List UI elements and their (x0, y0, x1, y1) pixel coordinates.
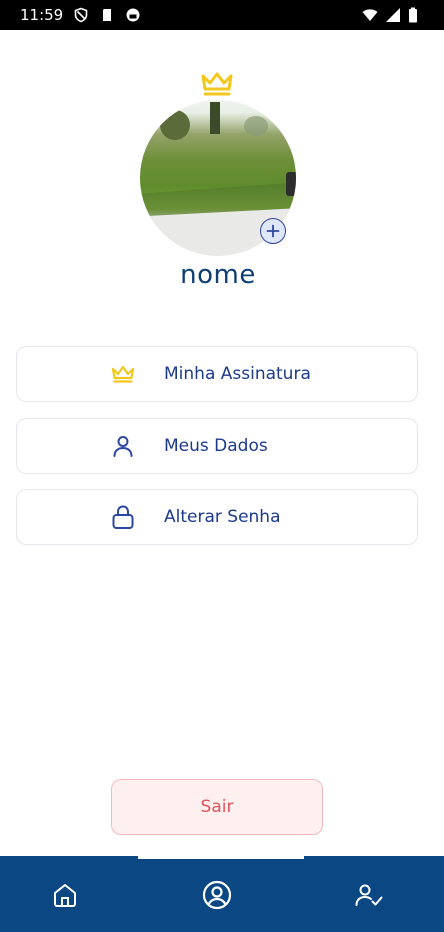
crown-icon (201, 72, 233, 96)
menu-item-subscription[interactable]: Minha Assinatura (16, 346, 418, 402)
status-bar-right (362, 7, 418, 23)
status-bar-left: 11:59 (20, 6, 141, 24)
profile-screen: nome Minha Assinatura Meus Dados Alterar (0, 30, 444, 856)
menu-item-change-password[interactable]: Alterar Senha (16, 489, 418, 545)
add-photo-button[interactable] (260, 218, 286, 244)
active-tab-indicator (138, 856, 304, 859)
battery-icon (409, 7, 417, 23)
menu-item-label: Meus Dados (164, 436, 268, 456)
plus-circle-icon (266, 224, 280, 238)
logout-label: Sair (200, 797, 234, 817)
logout-button[interactable]: Sair (111, 779, 323, 835)
menu-item-my-data[interactable]: Meus Dados (16, 418, 418, 474)
wifi-icon (362, 9, 378, 21)
user-icon (111, 434, 135, 458)
nav-profile-button[interactable] (202, 880, 232, 910)
menu-item-label: Minha Assinatura (164, 364, 311, 384)
record-icon (126, 8, 140, 22)
user-check-icon (355, 884, 383, 906)
home-icon (54, 884, 76, 907)
crown-icon (111, 362, 135, 386)
profile-name: nome (180, 260, 256, 290)
sim-card-icon (103, 9, 112, 21)
lock-icon (111, 505, 135, 529)
nav-user-check-button[interactable] (354, 880, 384, 910)
signal-icon (386, 8, 400, 22)
status-time: 11:59 (20, 6, 64, 24)
menu-item-label: Alterar Senha (164, 507, 281, 527)
bottom-nav (0, 856, 444, 932)
shield-icon (74, 7, 88, 23)
status-bar: 11:59 (0, 0, 444, 30)
user-circle-icon (202, 880, 232, 910)
nav-home-button[interactable] (50, 880, 80, 910)
